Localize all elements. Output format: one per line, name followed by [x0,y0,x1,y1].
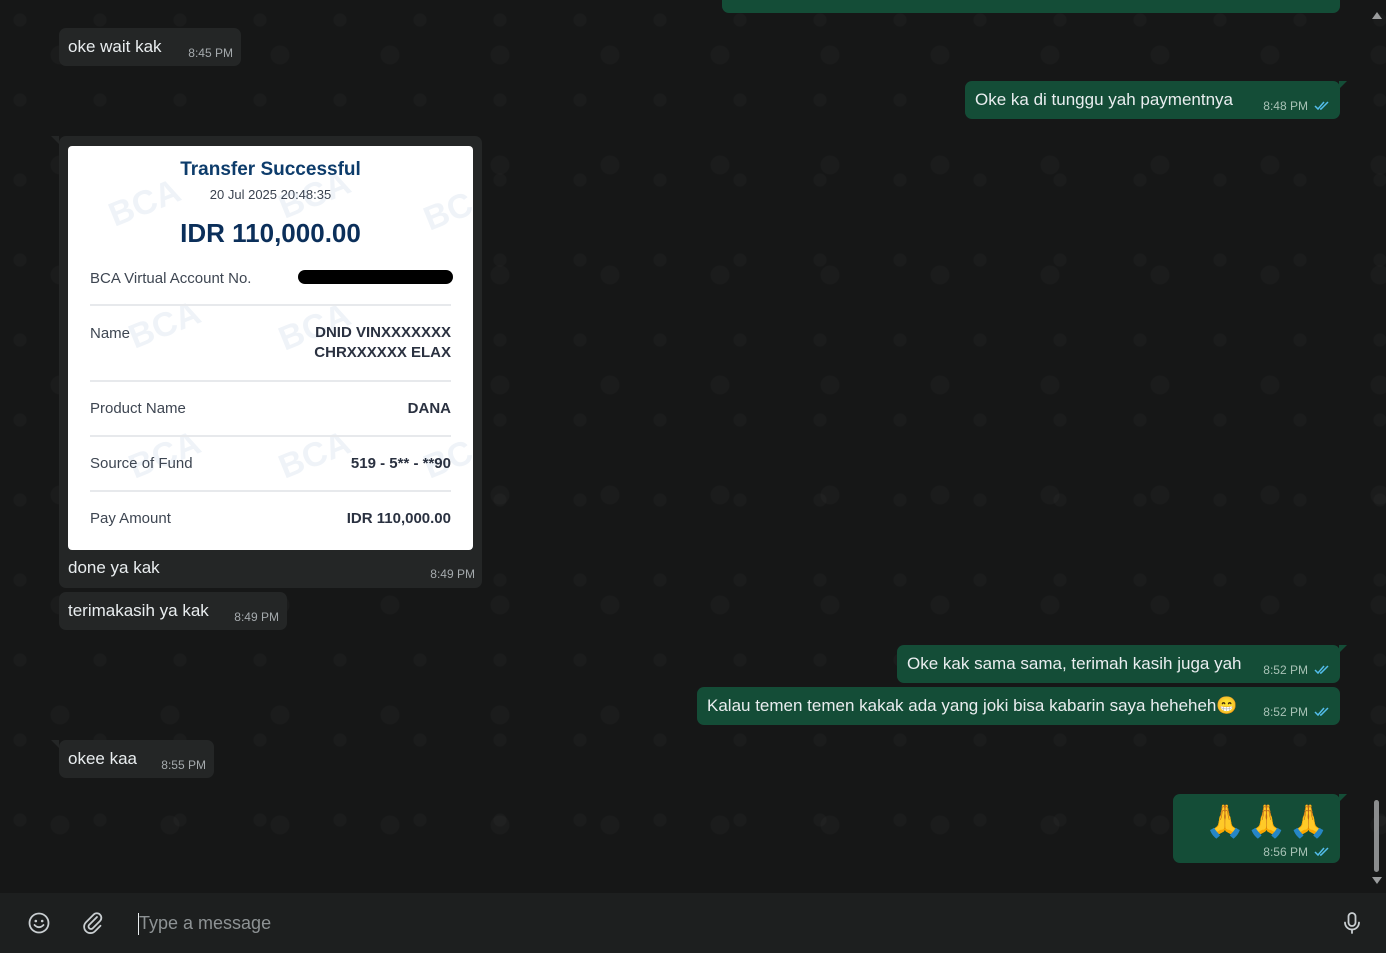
receipt-value: IDR 110,000.00 [346,510,451,527]
receipt-label: Pay Amount [90,510,171,527]
text-caret [138,913,139,935]
message-time: 8:56 PM [1263,845,1308,859]
scrollbar-thumb[interactable] [1374,800,1379,872]
message-outgoing[interactable]: Oke kak sama sama, terimah kasih juga ya… [897,645,1340,683]
bubble-tail [51,136,59,144]
divider [90,380,451,382]
microphone-icon[interactable] [1339,910,1365,936]
receipt-amount: IDR 110,000.00 [180,218,361,248]
divider [90,490,451,492]
message-time: 8:49 PM [430,567,475,581]
transfer-receipt-image[interactable]: BCA BCA BCA BCA BCA BCA BCA BCA Transfer… [68,146,473,550]
watermark: BCA [273,423,356,487]
scroll-down-arrow-icon[interactable] [1372,877,1382,884]
message-incoming[interactable]: terimakasih ya kak 8:49 PM [59,592,287,630]
bubble-tail [1339,81,1347,89]
redaction-mark [298,270,453,284]
message-time: 8:52 PM [1263,663,1308,677]
scroll-up-arrow-icon[interactable] [1372,12,1382,19]
receipt-value: CHRXXXXXX ELAX [314,344,451,361]
message-text: Oke ka di tunggu yah paymentnya [975,90,1233,109]
message-input[interactable] [137,905,1289,941]
chat-area[interactable]: oke wait kak 8:45 PM Oke ka di tunggu ya… [0,0,1386,893]
receipt-label: Source of Fund [90,455,193,472]
message-time: 8:45 PM [188,46,233,60]
divider [90,435,451,437]
double-check-icon [1314,665,1329,675]
message-caption: done ya kak [68,558,160,577]
message-outgoing-emoji[interactable]: 🙏🙏🙏 8:56 PM [1173,794,1340,863]
receipt-value: DNID VINXXXXXXX [315,324,451,341]
bubble-tail [1339,645,1347,653]
message-text: terimakasih ya kak [68,601,209,620]
message-text: Oke kak sama sama, terimah kasih juga ya… [907,654,1242,673]
message-outgoing[interactable]: Oke ka di tunggu yah paymentnya 8:48 PM [965,81,1340,119]
receipt-datetime: 20 Jul 2025 20:48:35 [209,187,332,202]
divider [90,304,451,306]
double-check-icon [1314,101,1329,111]
previous-outgoing-bubble [722,0,1340,13]
scrollbar[interactable] [1369,0,1386,893]
message-time: 8:52 PM [1263,705,1308,719]
emoji-icon[interactable] [26,910,52,936]
message-text: oke wait kak [68,37,162,56]
message-composer [0,893,1386,953]
message-text: okee kaa [68,749,137,768]
message-incoming[interactable]: oke wait kak 8:45 PM [59,28,241,66]
message-outgoing[interactable]: Kalau temen temen kakak ada yang joki bi… [697,687,1340,725]
receipt-label: Product Name [90,400,186,417]
double-check-icon [1314,847,1329,857]
message-text: Kalau temen temen kakak ada yang joki bi… [707,696,1238,715]
message-time: 8:49 PM [234,610,279,624]
message-emoji: 🙏🙏🙏 [1205,803,1331,839]
paperclip-icon[interactable] [80,910,106,936]
receipt-label: Name [90,325,131,342]
bubble-tail [51,740,59,748]
receipt-label: BCA Virtual Account No. [90,270,252,287]
receipt-value: 519 - 5** - **90 [350,455,451,472]
message-time: 8:48 PM [1263,99,1308,113]
receipt-title: Transfer Successful [180,159,361,180]
message-incoming[interactable]: okee kaa 8:55 PM [59,740,214,778]
message-time: 8:55 PM [161,758,206,772]
receipt-value: DANA [407,400,451,417]
double-check-icon [1314,707,1329,717]
bubble-tail [1339,794,1347,802]
